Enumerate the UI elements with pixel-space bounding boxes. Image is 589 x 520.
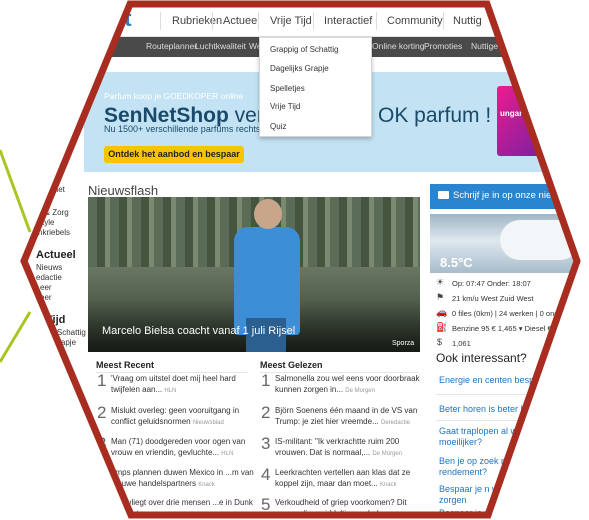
hexagon-frame [0,0,581,519]
green-accent-line [0,311,32,363]
hexagon-border [20,0,581,519]
green-accent-line [0,149,32,233]
screenshot-stage: et Rubrieken Actueel Vrije Tijd Interact… [0,0,589,520]
